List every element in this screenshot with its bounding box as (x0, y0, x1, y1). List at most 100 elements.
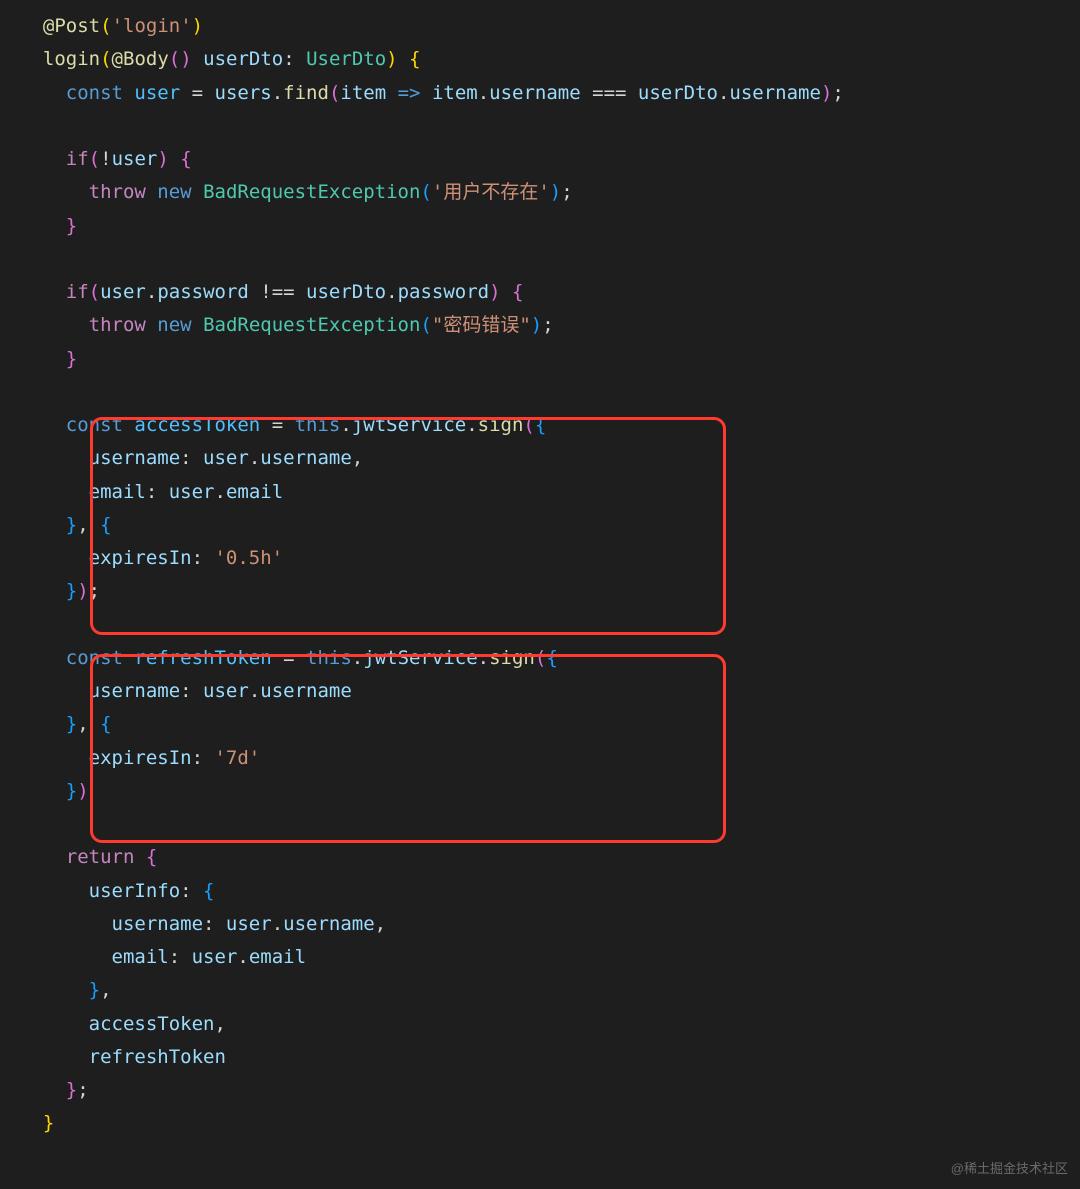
code-token (146, 314, 157, 336)
code-token (192, 314, 203, 336)
code-token: { (180, 148, 191, 170)
code-token: this (295, 414, 341, 436)
code-token (20, 913, 112, 935)
code-token: . (272, 82, 283, 104)
code-token: username (489, 82, 581, 104)
code-token (123, 82, 134, 104)
code-token: , (352, 447, 363, 469)
code-line[interactable] (20, 110, 1080, 143)
code-token: const (66, 82, 123, 104)
code-token: refreshToken (89, 1046, 226, 1068)
code-line[interactable]: if(!user) { (20, 143, 1080, 176)
code-token (192, 181, 203, 203)
code-line[interactable]: return { (20, 841, 1080, 874)
code-token: '7d' (214, 747, 260, 769)
code-line[interactable]: }, (20, 974, 1080, 1007)
code-line[interactable]: if(user.password !== userDto.password) { (20, 276, 1080, 309)
code-token (20, 813, 31, 835)
code-editor[interactable]: @Post('login') login(@Body() userDto: Us… (20, 10, 1080, 1141)
code-token: } (89, 979, 100, 1001)
code-token: ) (157, 148, 168, 170)
code-token: this (306, 647, 352, 669)
code-token (123, 414, 134, 436)
code-line[interactable]: }, { (20, 708, 1080, 741)
code-line[interactable]: expiresIn: '7d' (20, 742, 1080, 775)
code-token: , (77, 514, 100, 536)
code-line[interactable]: username: user.username (20, 675, 1080, 708)
code-token (20, 1046, 89, 1068)
code-line[interactable] (20, 808, 1080, 841)
code-token: jwtService (363, 647, 477, 669)
code-token (386, 82, 397, 104)
code-line[interactable] (20, 243, 1080, 276)
code-line[interactable]: const refreshToken = this.jwtService.sig… (20, 642, 1080, 675)
code-line[interactable]: username: user.username, (20, 908, 1080, 941)
code-token: . (352, 647, 363, 669)
code-token: . (478, 647, 489, 669)
code-token: new (157, 181, 191, 203)
code-token: : (192, 547, 215, 569)
code-token (20, 348, 66, 370)
code-token: . (466, 414, 477, 436)
code-token: ! (100, 148, 111, 170)
code-token: ; (77, 1079, 88, 1101)
code-line[interactable]: }) (20, 775, 1080, 808)
code-line[interactable] (20, 609, 1080, 642)
code-line[interactable]: } (20, 343, 1080, 376)
code-token (20, 381, 31, 403)
code-token: ( (420, 181, 431, 203)
code-token: user (203, 680, 249, 702)
code-line[interactable]: }); (20, 575, 1080, 608)
code-line[interactable]: accessToken, (20, 1008, 1080, 1041)
code-line[interactable]: username: user.username, (20, 442, 1080, 475)
code-token: item (340, 82, 386, 104)
code-token (20, 115, 31, 137)
code-token: return (66, 846, 135, 868)
code-token: . (386, 281, 397, 303)
code-token: : (203, 913, 226, 935)
code-token: password (398, 281, 490, 303)
code-token (20, 15, 43, 37)
code-line[interactable] (20, 376, 1080, 409)
code-token: . (249, 447, 260, 469)
code-token: . (340, 414, 351, 436)
code-line[interactable]: }, { (20, 509, 1080, 542)
code-token: , (375, 913, 386, 935)
code-line[interactable]: expiresIn: '0.5h' (20, 542, 1080, 575)
code-line[interactable]: } (20, 210, 1080, 243)
code-token: = (272, 647, 306, 669)
code-token: @ (112, 48, 123, 70)
code-token (20, 1112, 43, 1134)
code-line[interactable]: refreshToken (20, 1041, 1080, 1074)
code-token: : (180, 447, 203, 469)
code-line[interactable]: email: user.email (20, 476, 1080, 509)
code-line[interactable]: userInfo: { (20, 875, 1080, 908)
code-line[interactable]: login(@Body() userDto: UserDto) { (20, 43, 1080, 76)
code-line[interactable]: const accessToken = this.jwtService.sign… (20, 409, 1080, 442)
code-token (20, 215, 66, 237)
code-token: ) (77, 780, 88, 802)
code-token (20, 447, 89, 469)
code-token (20, 946, 112, 968)
code-token (20, 248, 31, 270)
code-token: password (157, 281, 249, 303)
code-line[interactable]: @Post('login') (20, 10, 1080, 43)
code-line[interactable]: }; (20, 1074, 1080, 1107)
code-line[interactable]: throw new BadRequestException("密码错误"); (20, 309, 1080, 342)
code-lines: @Post('login') login(@Body() userDto: Us… (20, 10, 1080, 1141)
code-line[interactable]: throw new BadRequestException('用户不存在'); (20, 176, 1080, 209)
code-token: ; (89, 580, 100, 602)
code-token: { (146, 846, 157, 868)
code-token (20, 281, 66, 303)
code-line[interactable]: const user = users.find(item => item.use… (20, 77, 1080, 110)
code-token: accessToken (134, 414, 260, 436)
code-token: = (260, 414, 294, 436)
code-token: email (226, 481, 283, 503)
code-token: = (180, 82, 214, 104)
code-token: user (192, 946, 238, 968)
code-token (20, 481, 89, 503)
code-token: ) (180, 48, 191, 70)
code-line[interactable]: } (20, 1107, 1080, 1140)
code-token (20, 846, 66, 868)
code-line[interactable]: email: user.email (20, 941, 1080, 974)
